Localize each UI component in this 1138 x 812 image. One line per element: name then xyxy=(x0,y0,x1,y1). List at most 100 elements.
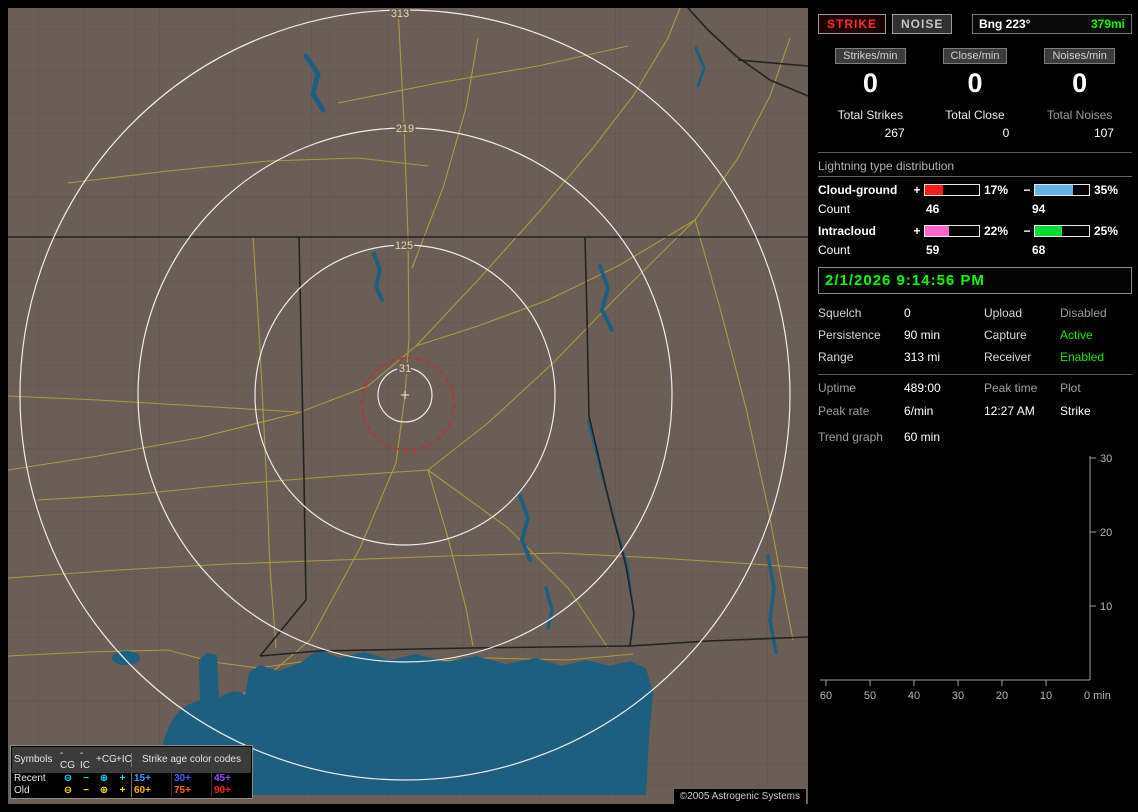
trend-y-tick-30: 30 xyxy=(1100,453,1112,465)
pos-cg-symbol: ⊕ xyxy=(99,773,109,784)
ic-count-label: Count xyxy=(818,243,851,257)
legend-recent-label: Recent xyxy=(14,773,46,784)
capture-status: Active xyxy=(1060,328,1093,342)
map-legend: Symbols -CG -IC +CG +IC Strike age color… xyxy=(10,745,253,799)
total-noises-label: Total Noises xyxy=(1046,108,1113,122)
squelch-value: 0 xyxy=(904,306,911,320)
plot-label: Plot xyxy=(1060,381,1081,395)
cloud-ground-row: Cloud-ground + 17% − 35% xyxy=(818,183,1132,197)
range-value: 313 mi xyxy=(904,350,941,364)
noises-per-min-chip[interactable]: Noises/min xyxy=(1044,48,1115,64)
ic-positive-bar xyxy=(924,225,980,237)
age-code-75: 75+ xyxy=(171,785,211,797)
receiver-label: Receiver xyxy=(984,350,1032,364)
noises-per-min-value: 0 xyxy=(1072,68,1088,98)
lightning-map[interactable]: 313 219 125 31 Symbols -CG -IC +CG +IC S… xyxy=(8,8,808,804)
uptime-value: 489:00 xyxy=(904,381,941,395)
trend-graph-label: Trend graph xyxy=(818,430,883,444)
legend-age-header: Strike age color codes xyxy=(131,753,251,767)
separator xyxy=(818,374,1132,375)
map-graphics: 313 219 125 31 xyxy=(8,8,808,804)
close-per-min-value: 0 xyxy=(967,68,983,98)
ring-label-125: 125 xyxy=(395,240,413,252)
persistence-value: 90 min xyxy=(904,328,941,342)
peak-rate-value: 6/min xyxy=(904,404,934,418)
trend-x-tick-40: 40 xyxy=(908,690,920,702)
rates-panel: Strikes/min Close/min Noises/min 0 0 0 T… xyxy=(818,48,1132,142)
cg-count-label: Count xyxy=(818,202,851,216)
age-code-30: 30+ xyxy=(171,773,211,785)
age-code-90: 90+ xyxy=(211,785,251,797)
plus-sign: + xyxy=(913,183,921,197)
strike-mode-button[interactable]: STRIKE xyxy=(818,14,887,34)
pos-ic-symbol-old: + xyxy=(119,785,126,796)
ic-negative-bar xyxy=(1034,225,1090,237)
age-code-15: 15+ xyxy=(131,773,171,785)
copyright-notice: ©2005 Astrogenic Systems xyxy=(673,789,806,804)
separator xyxy=(818,152,1132,153)
cg-positive-count: 46 xyxy=(926,202,940,216)
cg-positive-bar xyxy=(924,184,980,196)
legend-recent-row: Recent ⊖ − ⊕ + 15+ 30+ 45+ xyxy=(12,773,251,785)
distribution-title: Lightning type distribution xyxy=(818,157,1132,177)
intracloud-count-row: Count 59 68 xyxy=(818,243,1132,257)
total-noises-value: 107 xyxy=(1093,126,1114,140)
ring-label-31: 31 xyxy=(399,363,411,375)
age-code-45: 45+ xyxy=(211,773,251,785)
noise-mode-button[interactable]: NOISE xyxy=(892,14,953,34)
legend-col-pos-ic: +IC xyxy=(116,754,132,765)
cg-negative-pct: 35% xyxy=(1094,183,1119,197)
datetime-value: 2/1/2026 9:14:56 PM xyxy=(825,272,985,289)
squelch-label: Squelch xyxy=(818,306,862,320)
trend-x-tick-50: 50 xyxy=(864,690,876,702)
mode-toolbar: STRIKE NOISE Bng 223° 379mi xyxy=(818,14,1132,34)
trend-origin-label: 0 min xyxy=(1084,690,1111,702)
session-stats-panel: Uptime 489:00 Peak time Plot Peak rate 6… xyxy=(818,381,1132,418)
trend-x-tick-30: 30 xyxy=(952,690,964,702)
neg-cg-symbol: ⊖ xyxy=(63,773,73,784)
sidebar: STRIKE NOISE Bng 223° 379mi Strikes/min … xyxy=(818,8,1132,804)
bearing-value: Bng 223° xyxy=(979,17,1031,31)
receiver-status-panel: Squelch 0 Upload Disabled Persistence 90… xyxy=(818,306,1132,364)
legend-col-neg-ic: -IC xyxy=(80,748,90,771)
persistence-label: Persistence xyxy=(818,328,881,342)
legend-old-label: Old xyxy=(14,785,30,796)
neg-ic-symbol-old: − xyxy=(83,785,89,796)
trend-graph-window: 60 min xyxy=(904,430,941,444)
bearing-distance: 379mi xyxy=(1090,17,1125,31)
neg-ic-symbol: − xyxy=(83,773,89,784)
uptime-label: Uptime xyxy=(818,381,857,395)
peak-time-label: Peak time xyxy=(984,381,1038,395)
legend-symbols-header: Symbols xyxy=(14,754,53,765)
peak-rate-label: Peak rate xyxy=(818,404,870,418)
ic-positive-pct: 22% xyxy=(984,224,1009,238)
upload-status: Disabled xyxy=(1060,306,1107,320)
ic-positive-count: 59 xyxy=(926,243,940,257)
ic-negative-pct: 25% xyxy=(1094,224,1119,238)
intracloud-label: Intracloud xyxy=(818,224,877,238)
cloud-ground-count-row: Count 46 94 xyxy=(818,202,1132,216)
age-code-60: 60+ xyxy=(131,785,171,797)
plot-value: Strike xyxy=(1060,404,1091,418)
datetime-box: 2/1/2026 9:14:56 PM xyxy=(818,267,1132,294)
close-per-min-chip[interactable]: Close/min xyxy=(942,48,1008,64)
upload-label: Upload xyxy=(984,306,1023,320)
plus-sign: + xyxy=(913,224,921,238)
app-window: 313 219 125 31 Symbols -CG -IC +CG +IC S… xyxy=(0,0,1138,812)
trend-x-tick-60: 60 xyxy=(820,690,832,702)
ring-label-313: 313 xyxy=(391,8,409,20)
minus-sign: − xyxy=(1023,183,1031,197)
bearing-readout: Bng 223° 379mi xyxy=(972,14,1132,34)
pos-ic-symbol: + xyxy=(119,773,126,784)
total-close-value: 0 xyxy=(1002,126,1010,140)
strikes-per-min-chip[interactable]: Strikes/min xyxy=(835,48,906,64)
trend-graph-header: Trend graph 60 min xyxy=(818,430,1132,444)
minus-sign: − xyxy=(1023,224,1031,238)
trend-y-tick-10: 10 xyxy=(1100,601,1112,613)
trend-y-tick-20: 20 xyxy=(1100,527,1112,539)
pos-cg-symbol-old: ⊕ xyxy=(99,785,109,796)
intracloud-row: Intracloud + 22% − 25% xyxy=(818,224,1132,238)
trend-x-tick-20: 20 xyxy=(996,690,1008,702)
total-strikes-value: 267 xyxy=(884,126,905,140)
ring-label-219: 219 xyxy=(396,123,414,135)
